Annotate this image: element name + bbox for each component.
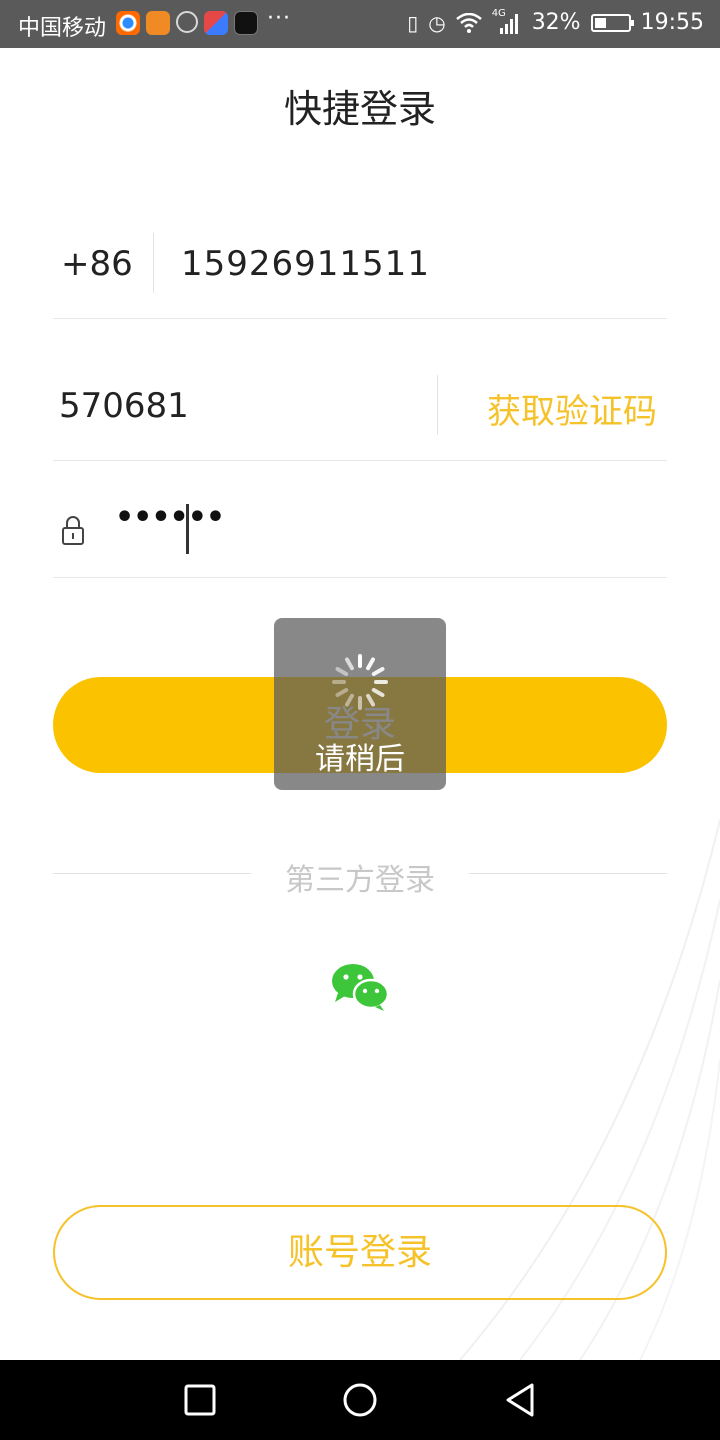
loading-text: 请稍后	[315, 742, 405, 777]
password-field[interactable]: ••••••	[53, 470, 667, 578]
tiktok-app-icon	[234, 11, 258, 35]
notification-icons	[116, 11, 258, 35]
divider-right	[469, 873, 667, 874]
circle-icon[interactable]	[340, 1380, 380, 1420]
wechat-icon[interactable]	[330, 962, 390, 1012]
triangle-back-icon[interactable]	[500, 1380, 540, 1420]
verification-code-input[interactable]: 570681	[59, 386, 189, 426]
divider-left	[53, 873, 251, 874]
wifi-icon	[455, 12, 482, 33]
loading-toast: 请稍后	[274, 618, 446, 790]
get-code-button[interactable]: 获取验证码	[487, 384, 657, 433]
alarm-icon: ◷	[428, 10, 446, 35]
vibrate-icon: ▯	[407, 10, 419, 35]
divider	[437, 375, 438, 435]
square-icon[interactable]	[180, 1380, 220, 1420]
text-cursor	[186, 504, 189, 554]
navigation-bar	[0, 1360, 720, 1440]
video-app-icon	[204, 11, 228, 35]
battery-percent: 32%	[531, 10, 581, 35]
browser-app-icon	[116, 11, 140, 35]
country-code-selector[interactable]: +86	[61, 244, 133, 284]
clock: 19:55	[640, 10, 704, 35]
phone-number-input[interactable]: 15926911511	[181, 244, 430, 284]
lock-icon	[62, 516, 84, 545]
phone-field[interactable]: +86 15926911511	[53, 210, 667, 319]
more-notifications-icon: ···	[267, 6, 291, 31]
account-login-button[interactable]: 账号登录	[53, 1205, 667, 1300]
game-app-icon	[146, 11, 170, 35]
verification-code-field[interactable]: 570681 获取验证码	[53, 352, 667, 461]
divider	[153, 233, 154, 293]
loading-spinner-icon	[332, 654, 388, 710]
status-right: ▯ ◷ 4G 32% 19:55	[407, 8, 704, 36]
battery-icon	[590, 13, 634, 32]
hex-app-icon	[176, 11, 198, 33]
status-bar: 中国移动 ··· ▯ ◷ 4G 32% 19:55	[0, 0, 720, 48]
password-input[interactable]: ••••••	[115, 500, 225, 535]
carrier-label: 中国移动	[18, 16, 107, 41]
third-party-label: 第三方登录	[285, 863, 435, 898]
page-title: 快捷登录	[283, 87, 436, 131]
signal-icon: 4G	[492, 8, 522, 34]
